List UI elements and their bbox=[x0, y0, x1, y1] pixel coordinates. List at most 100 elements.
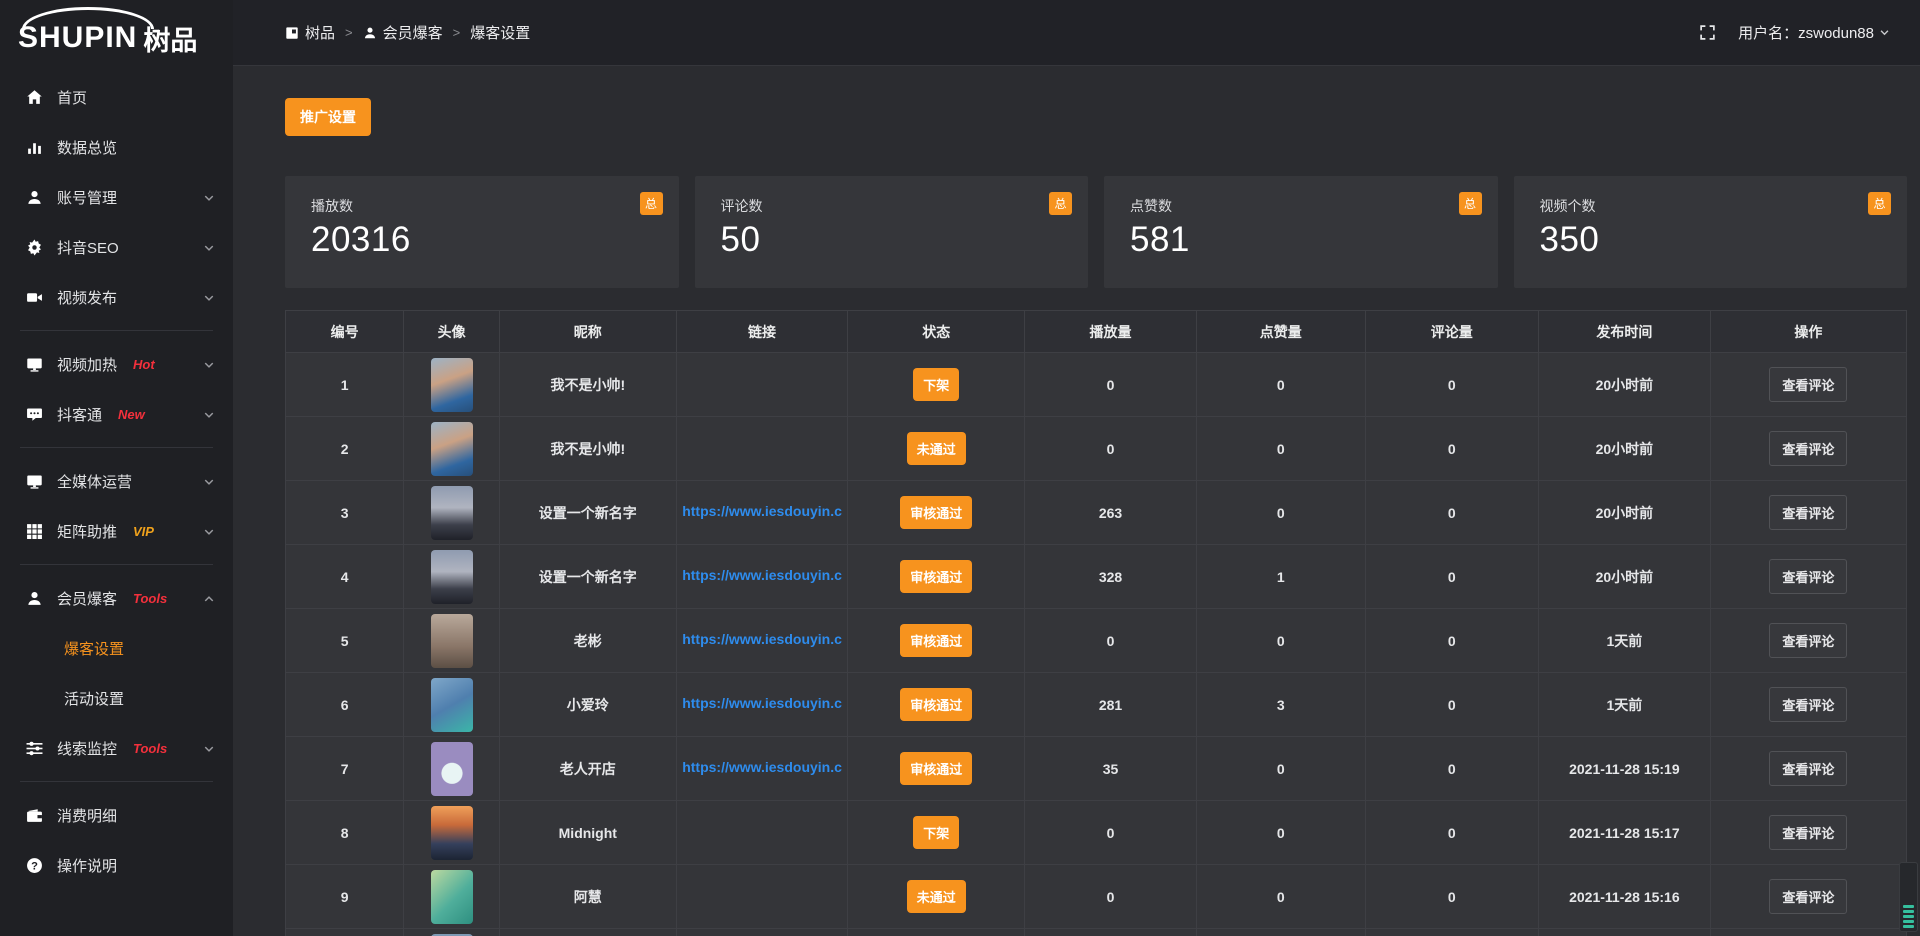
stat-label: 评论数 bbox=[721, 196, 1063, 216]
status-badge: 下架 bbox=[913, 368, 959, 401]
cell-publish-time: 1天前 bbox=[1538, 673, 1710, 737]
view-comments-button[interactable]: 查看评论 bbox=[1769, 687, 1847, 722]
cell-actions bbox=[1710, 929, 1906, 936]
cell-likes: 0 bbox=[1196, 801, 1365, 865]
sidebar-item-会员爆客[interactable]: 会员爆客 Tools bbox=[0, 573, 233, 623]
svg-text:?: ? bbox=[31, 860, 38, 872]
scrollbar-thumb[interactable] bbox=[1899, 862, 1918, 932]
video-link[interactable]: https://www.iesdouyin.c bbox=[682, 503, 842, 519]
breadcrumb-item[interactable]: 会员爆客 bbox=[363, 22, 443, 43]
breadcrumb-separator: > bbox=[345, 25, 353, 40]
sidebar-item-抖音SEO[interactable]: 抖音SEO bbox=[0, 222, 233, 272]
table-row: 6小爱玲https://www.iesdouyin.c审核通过281301天前查… bbox=[286, 673, 1907, 737]
cell-link: https://www.iesdouyin.c bbox=[676, 609, 848, 673]
stat-value: 50 bbox=[721, 220, 1063, 260]
sidebar-item-tag: New bbox=[118, 407, 145, 422]
cell-id: 2 bbox=[286, 417, 404, 481]
stat-value: 581 bbox=[1130, 220, 1472, 260]
sidebar-item-label: 数据总览 bbox=[57, 137, 117, 158]
sidebar-divider bbox=[20, 564, 213, 565]
sidebar-item-首页[interactable]: 首页 bbox=[0, 72, 233, 122]
sidebar-item-数据总览[interactable]: 数据总览 bbox=[0, 122, 233, 172]
stat-value: 350 bbox=[1540, 220, 1882, 260]
stat-card-视频个数: 视频个数350总 bbox=[1514, 176, 1908, 288]
view-comments-button[interactable]: 查看评论 bbox=[1769, 495, 1847, 530]
avatar bbox=[431, 614, 473, 668]
cell-id: 6 bbox=[286, 673, 404, 737]
sidebar-item-tag: Hot bbox=[133, 357, 155, 372]
view-comments-button[interactable]: 查看评论 bbox=[1769, 623, 1847, 658]
avatar bbox=[431, 678, 473, 732]
cell-nickname: 我不是小帅! bbox=[499, 353, 676, 417]
stat-card-点赞数: 点赞数581总 bbox=[1104, 176, 1498, 288]
sidebar-item-tag: Tools bbox=[133, 741, 167, 756]
sidebar-item-操作说明[interactable]: ?操作说明 bbox=[0, 840, 233, 890]
cell-comments: 0 bbox=[1365, 801, 1538, 865]
total-badge: 总 bbox=[1459, 192, 1482, 215]
avatar bbox=[431, 422, 473, 476]
cell-plays: 0 bbox=[1025, 801, 1197, 865]
cell-comments: 0 bbox=[1365, 609, 1538, 673]
cell-nickname: 老彬 bbox=[499, 609, 676, 673]
cell-likes: 3 bbox=[1196, 673, 1365, 737]
cell-nickname: 老人开店 bbox=[499, 737, 676, 801]
chevron-down-icon bbox=[203, 241, 215, 253]
avatar bbox=[431, 486, 473, 540]
sidebar-item-label: 会员爆客 bbox=[57, 588, 117, 609]
avatar bbox=[431, 358, 473, 412]
view-comments-button[interactable]: 查看评论 bbox=[1769, 367, 1847, 402]
promotion-settings-button[interactable]: 推广设置 bbox=[285, 98, 371, 136]
video-link[interactable]: https://www.iesdouyin.c bbox=[682, 567, 842, 583]
user-menu[interactable]: 用户名：zswodun88 bbox=[1738, 22, 1890, 43]
video-link[interactable]: https://www.iesdouyin.c bbox=[682, 631, 842, 647]
sidebar-item-tag: Tools bbox=[133, 591, 167, 606]
cell-likes: 0 bbox=[1196, 865, 1365, 929]
sidebar-item-账号管理[interactable]: 账号管理 bbox=[0, 172, 233, 222]
cell-id: 3 bbox=[286, 481, 404, 545]
column-header-发布时间: 发布时间 bbox=[1538, 311, 1710, 353]
sidebar-item-全媒体运营[interactable]: 全媒体运营 bbox=[0, 456, 233, 506]
sidebar-subitem-爆客设置[interactable]: 爆客设置 bbox=[0, 623, 233, 673]
cell-publish-time bbox=[1538, 929, 1710, 936]
sidebar-item-视频发布[interactable]: 视频发布 bbox=[0, 272, 233, 322]
sidebar-item-线索监控[interactable]: 线索监控Tools bbox=[0, 723, 233, 773]
cell-actions: 查看评论 bbox=[1710, 801, 1906, 865]
dashboard-square-icon bbox=[285, 26, 299, 40]
fullscreen-icon[interactable] bbox=[1699, 24, 1716, 41]
cell-plays: 0 bbox=[1025, 353, 1197, 417]
sidebar-nav: 首页数据总览账号管理抖音SEO视频发布视频加热Hot抖客通New 全媒体运营矩阵助… bbox=[0, 66, 233, 936]
cell-likes: 0 bbox=[1196, 737, 1365, 801]
avatar bbox=[431, 870, 473, 924]
view-comments-button[interactable]: 查看评论 bbox=[1769, 431, 1847, 466]
breadcrumb-item[interactable]: 树品 bbox=[285, 22, 335, 43]
sidebar-subitem-活动设置[interactable]: 活动设置 bbox=[0, 673, 233, 723]
table-row: 2我不是小帅!未通过00020小时前查看评论 bbox=[286, 417, 1907, 481]
scrollbar-stripe bbox=[1903, 905, 1914, 908]
cell-status: 审核通过 bbox=[848, 481, 1025, 545]
view-comments-button[interactable]: 查看评论 bbox=[1769, 879, 1847, 914]
view-comments-button[interactable]: 查看评论 bbox=[1769, 559, 1847, 594]
sidebar-item-视频加热[interactable]: 视频加热Hot bbox=[0, 339, 233, 389]
cell-plays: 263 bbox=[1025, 481, 1197, 545]
cell-publish-time: 20小时前 bbox=[1538, 417, 1710, 481]
chevron-down-icon bbox=[203, 525, 215, 537]
video-link[interactable]: https://www.iesdouyin.c bbox=[682, 759, 842, 775]
view-comments-button[interactable]: 查看评论 bbox=[1769, 751, 1847, 786]
cell-avatar bbox=[404, 673, 500, 737]
status-badge: 审核通过 bbox=[900, 688, 972, 721]
sidebar-divider bbox=[20, 781, 213, 782]
cell-link: https://www.iesdouyin.c bbox=[676, 481, 848, 545]
cell-nickname: 我不是小帅! bbox=[499, 417, 676, 481]
column-header-点赞量: 点赞量 bbox=[1196, 311, 1365, 353]
sidebar-item-消费明细[interactable]: 消费明细 bbox=[0, 790, 233, 840]
sidebar-item-抖客通[interactable]: 抖客通New bbox=[0, 389, 233, 439]
cell-avatar bbox=[404, 609, 500, 673]
topbar: 树品>会员爆客>爆客设置 用户名：zswodun88 bbox=[233, 0, 1920, 66]
cell-nickname: Midnight bbox=[499, 801, 676, 865]
view-comments-button[interactable]: 查看评论 bbox=[1769, 815, 1847, 850]
cell-likes: 0 bbox=[1196, 609, 1365, 673]
video-link[interactable]: https://www.iesdouyin.c bbox=[682, 695, 842, 711]
sidebar-item-矩阵助推[interactable]: 矩阵助推VIP bbox=[0, 506, 233, 556]
videos-table: 编号头像昵称链接状态播放量点赞量评论量发布时间操作 1我不是小帅!下架00020… bbox=[285, 310, 1907, 936]
table-row: 4设置一个新名字https://www.iesdouyin.c审核通过32810… bbox=[286, 545, 1907, 609]
